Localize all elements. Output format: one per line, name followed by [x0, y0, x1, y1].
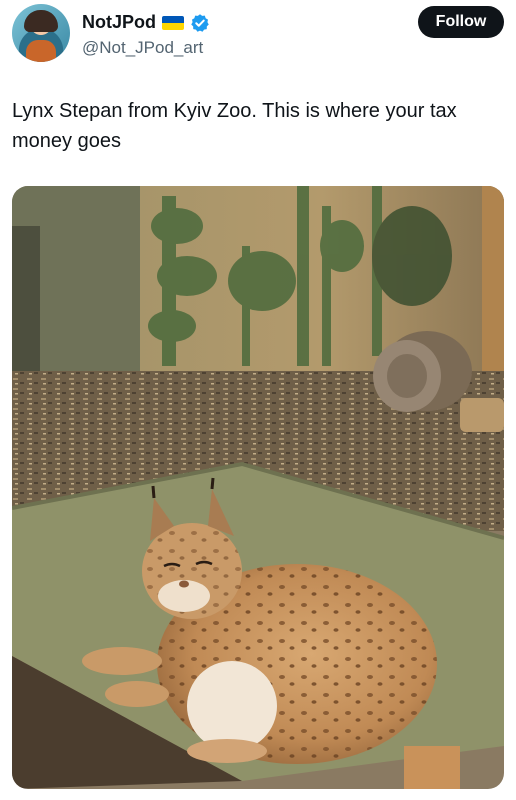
tweet-text: Lynx Stepan from Kyiv Zoo. This is where… [12, 100, 457, 152]
avatar[interactable] [12, 4, 70, 62]
tweet-header: NotJPod @Not_JPod_art Follow [12, 4, 504, 66]
lynx-photo-illustration [12, 186, 504, 789]
tweet-photo[interactable] [12, 186, 504, 789]
follow-button[interactable]: Follow [418, 6, 504, 38]
verified-badge-icon [190, 13, 210, 33]
display-name[interactable]: NotJPod [82, 12, 156, 33]
ukraine-flag-icon [162, 15, 184, 30]
name-row: NotJPod [82, 12, 210, 33]
user-handle[interactable]: @Not_JPod_art [82, 38, 203, 58]
